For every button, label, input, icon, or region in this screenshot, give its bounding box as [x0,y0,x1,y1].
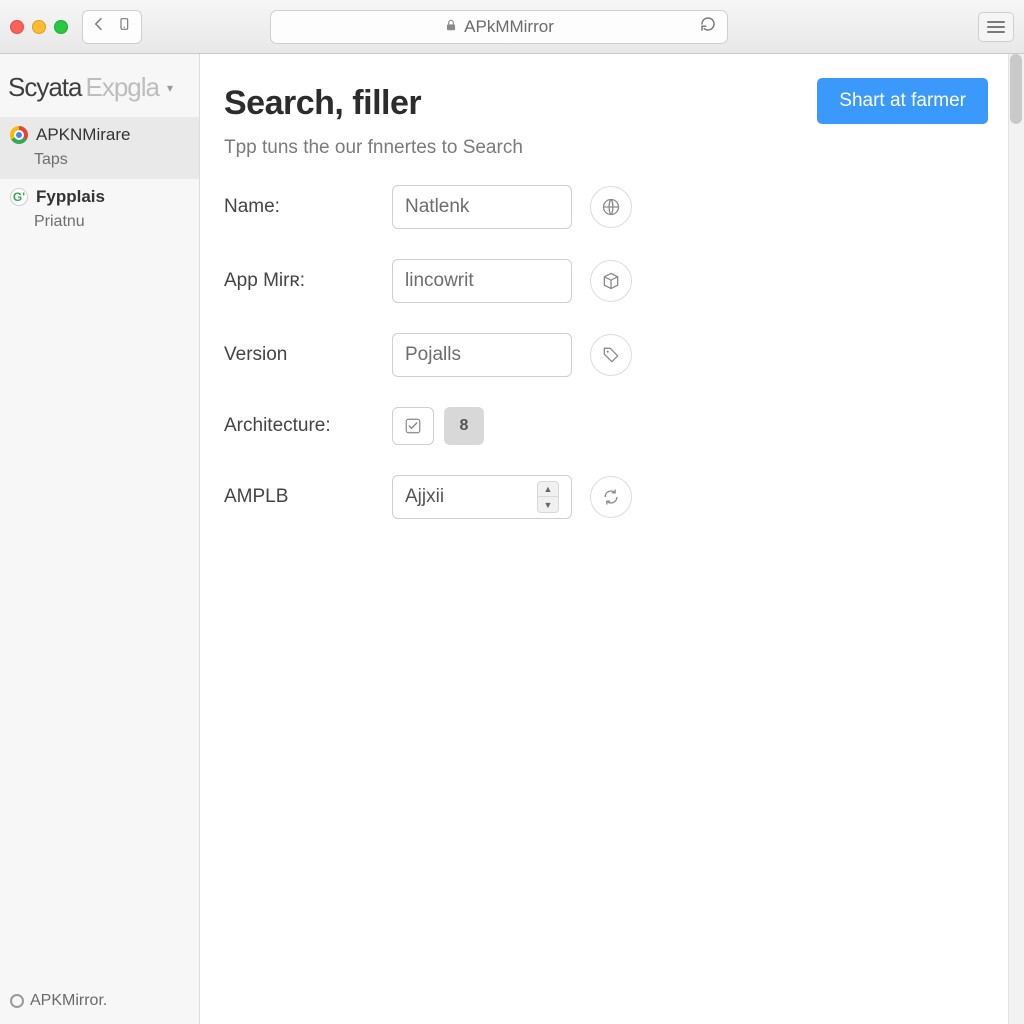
lock-icon [444,17,458,37]
name-input[interactable] [392,185,572,229]
ampb-label: AMPLB [224,486,374,508]
stepper-down-icon[interactable]: ▼ [538,497,558,512]
row-appmir: App Mirʀ: [224,259,988,303]
sidebar-item-label: Fypplais [36,187,105,207]
appmir-input[interactable] [392,259,572,303]
version-input[interactable] [392,333,572,377]
globe-icon[interactable] [590,186,632,228]
check-icon [404,417,422,435]
name-label: Name: [224,196,374,218]
primary-cta-button[interactable]: Shart at farmer [817,78,988,124]
ampb-value: Ajjxii [405,486,444,508]
sidebar-subitem-taps[interactable]: Taps [0,149,199,179]
footer-icon [10,994,24,1008]
architecture-chip[interactable]: 8 [444,407,484,445]
zoom-window-button[interactable] [54,20,68,34]
ampb-select[interactable]: Ajjxii ▲ ▼ [392,475,572,519]
row-architecture: Architecture: 8 [224,407,988,445]
sidebar-subitem-priatnu[interactable]: Priatnu [0,211,199,241]
architecture-label: Architecture: [224,415,374,437]
window-titlebar: APkMMirror [0,0,1024,54]
row-version: Version [224,333,988,377]
refresh-icon[interactable] [590,476,632,518]
share-icon[interactable] [117,16,133,37]
sidebar-item-fypplais[interactable]: G' Fypplais [0,179,199,211]
appmir-label: App Mirʀ: [224,270,374,292]
row-name: Name: [224,185,988,229]
chip-label: 8 [460,417,469,435]
close-window-button[interactable] [10,20,24,34]
window-controls [10,20,68,34]
chrome-icon [10,126,28,144]
row-ampb: AMPLB Ajjxii ▲ ▼ [224,475,988,519]
sidebar-item-apkmirror[interactable]: APKNMirare [0,117,199,149]
sidebar: ScyataExpgla ▾ APKNMirare Taps G' Fyppla… [0,54,200,1024]
scrollbar-thumb[interactable] [1010,54,1022,124]
main-panel: Search, filler Shart at farmer Tpp tuns … [200,54,1024,1024]
version-label: Version [224,344,374,366]
reload-icon[interactable] [699,15,717,38]
hamburger-icon [987,20,1005,34]
minimize-window-button[interactable] [32,20,46,34]
brand-text-a: Scyata [8,72,82,103]
address-bar[interactable]: APkMMirror [270,10,728,44]
g-icon: G' [10,188,28,206]
back-icon[interactable] [91,16,107,37]
scrollbar-track[interactable] [1008,54,1024,1024]
address-text: APkMMirror [464,17,554,37]
page-subtitle: Tpp tuns the our fnnertes to Search [224,137,988,159]
footer-text: APKMirror. [30,992,107,1010]
stepper-up-icon[interactable]: ▲ [538,482,558,497]
hamburger-menu-button[interactable] [978,12,1014,42]
nav-back-forward [82,10,142,44]
brand[interactable]: ScyataExpgla ▾ [0,54,199,117]
stepper[interactable]: ▲ ▼ [537,481,559,513]
package-icon[interactable] [590,260,632,302]
sidebar-item-label: APKNMirare [36,125,130,145]
sidebar-footer: APKMirror. [0,978,199,1024]
architecture-checkbox[interactable] [392,407,434,445]
chevron-down-icon: ▾ [167,81,172,95]
brand-text-b: Expgla [86,72,160,103]
tag-icon[interactable] [590,334,632,376]
